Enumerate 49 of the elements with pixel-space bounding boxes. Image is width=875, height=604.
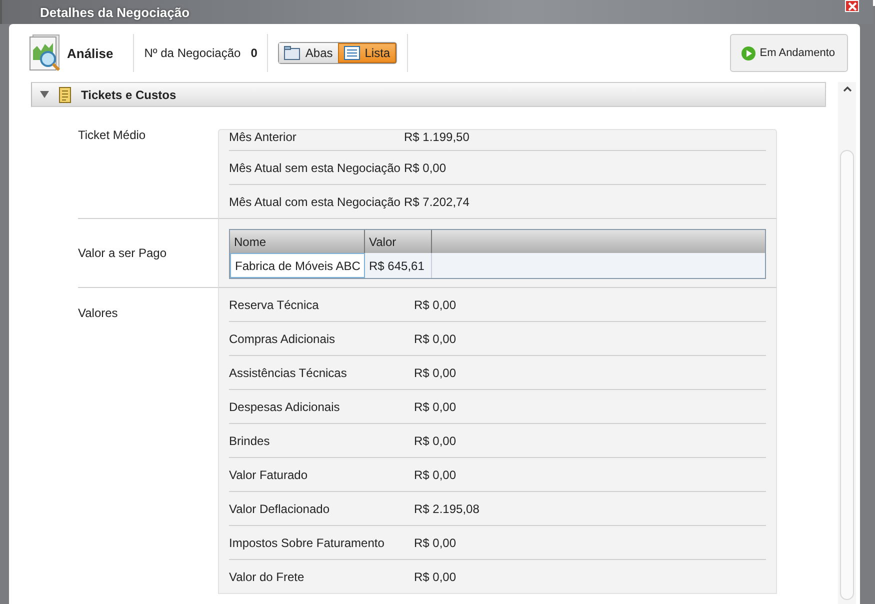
scroll-thumb[interactable] xyxy=(840,150,854,600)
column-header[interactable]: Valor xyxy=(365,230,432,253)
view-toggle-button[interactable]: Lista xyxy=(338,43,396,63)
field-value: R$ 1.199,50 xyxy=(404,130,470,144)
list-icon xyxy=(344,46,360,60)
chart-magnifier-icon xyxy=(29,34,63,72)
field-value: R$ 0,00 xyxy=(414,536,456,550)
window-title: Detalhes da Negociação xyxy=(40,4,191,20)
field-label: Valor Faturado xyxy=(229,468,308,482)
field-label: Brindes xyxy=(229,434,271,448)
status-button[interactable]: Em Andamento xyxy=(730,34,848,72)
negotiation-number: 0 xyxy=(250,46,258,60)
field-value: R$ 0,00 xyxy=(404,160,446,174)
field-label: Valor do Frete xyxy=(229,570,306,584)
close-icon xyxy=(848,2,856,10)
field-label: Impostos Sobre Faturamento xyxy=(229,536,386,550)
table-cell[interactable]: R$ 645,61 xyxy=(365,253,432,278)
view-toggle-button[interactable]: Abas xyxy=(279,43,338,63)
field-value: R$ 2.195,08 xyxy=(414,502,480,516)
field-label: Assistências Técnicas xyxy=(229,366,348,380)
field-label: Mês Atual com esta Negociação xyxy=(229,194,402,208)
field-label: Mês Anterior xyxy=(229,130,298,144)
scrollbar[interactable] xyxy=(838,82,856,604)
field-value: R$ 0,00 xyxy=(414,366,456,380)
scroll-up-icon[interactable] xyxy=(842,86,852,92)
field-label: Mês Atual sem esta Negociação xyxy=(229,160,402,174)
group-label: Valores xyxy=(78,306,118,320)
field-value: R$ 0,00 xyxy=(414,570,456,584)
field-label: Reserva Técnica xyxy=(229,298,320,312)
field-label: Valor Deflacionado xyxy=(229,502,331,516)
field-value: R$ 0,00 xyxy=(414,400,456,414)
field-value: R$ 0,00 xyxy=(414,468,456,482)
group-label: Valor a ser Pago xyxy=(78,246,166,260)
close-button[interactable] xyxy=(845,0,859,12)
field-value: R$ 0,00 xyxy=(414,434,456,448)
section-title: Tickets e Custos xyxy=(81,88,176,102)
tabs-icon xyxy=(284,46,300,60)
receipt-icon xyxy=(59,86,71,102)
analysis-title: Análise xyxy=(67,46,114,60)
section-header[interactable]: Tickets e Custos xyxy=(31,82,826,107)
play-icon xyxy=(740,46,756,60)
field-value: R$ 0,00 xyxy=(414,298,456,312)
field-label: Despesas Adicionais xyxy=(229,400,341,414)
field-value: R$ 7.202,74 xyxy=(404,194,470,208)
table-cell[interactable]: Fabrica de Móveis ABC xyxy=(230,253,365,278)
negotiation-label: Nº da Negociação xyxy=(144,46,241,60)
field-label: Compras Adicionais xyxy=(229,332,336,346)
group-label: Ticket Médio xyxy=(78,128,146,142)
field-value: R$ 0,00 xyxy=(414,332,456,346)
